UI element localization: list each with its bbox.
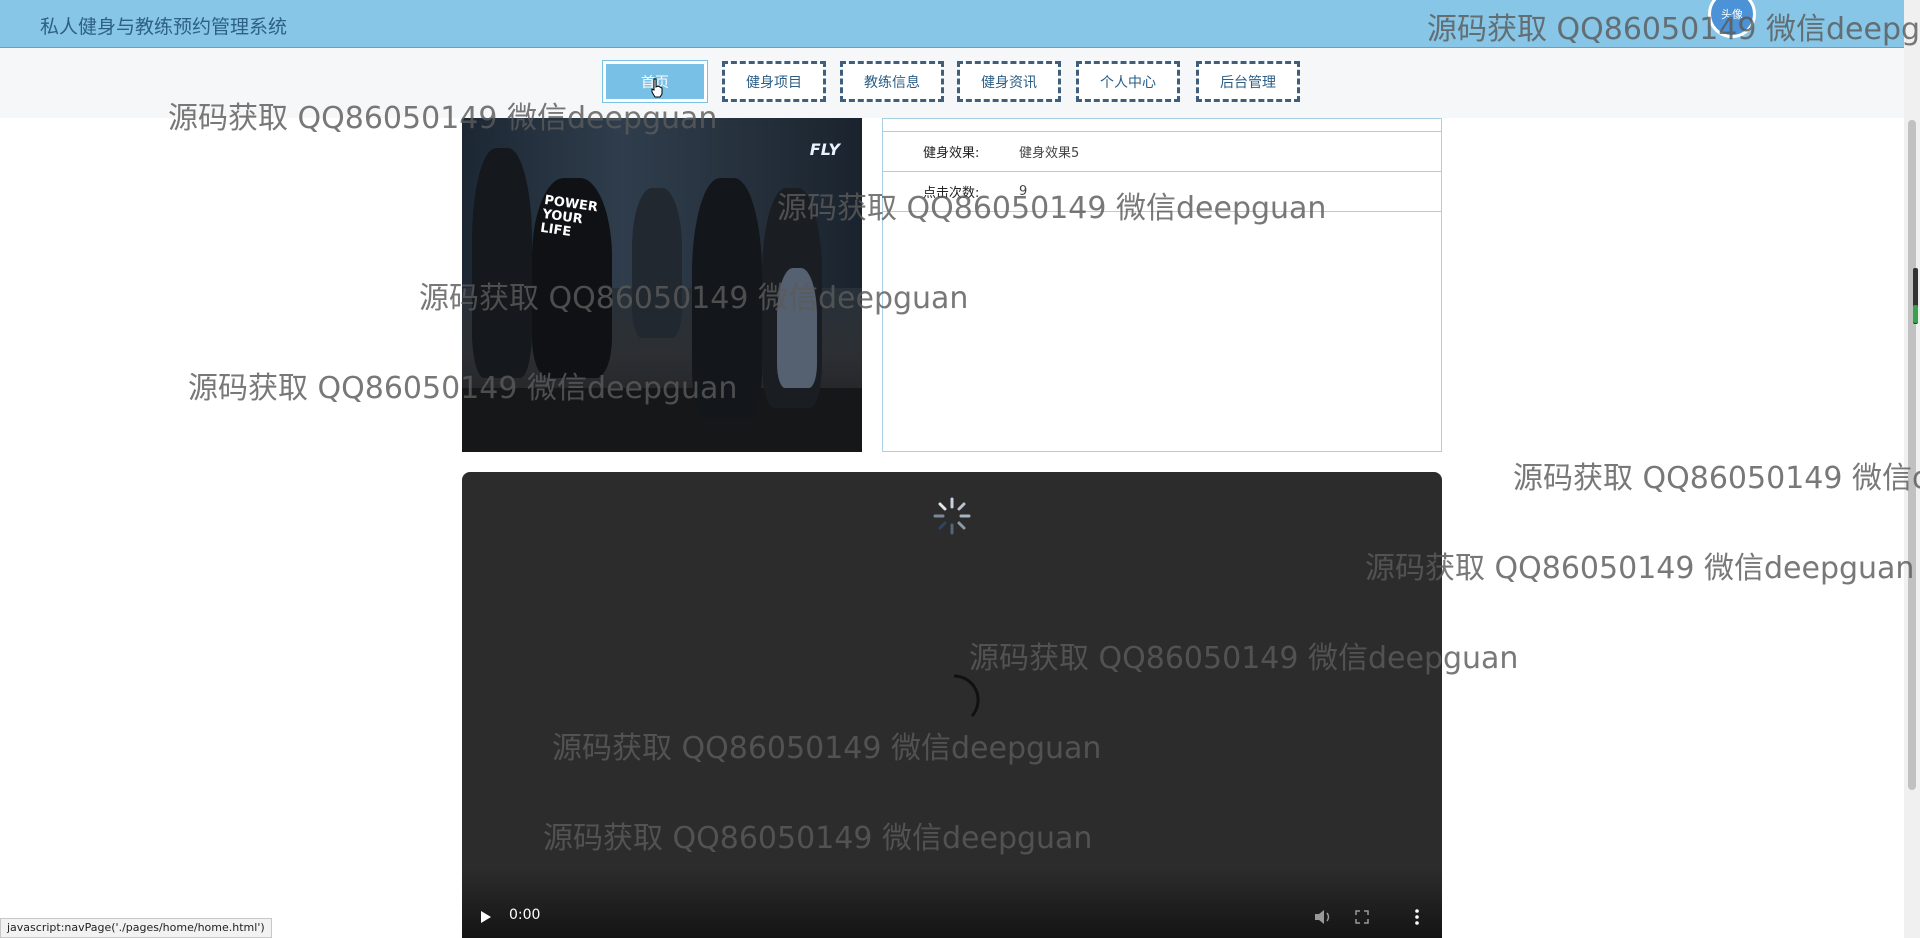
photo-shirt-text: POWER YOUR LIFE — [539, 193, 599, 240]
watermark-text: 源码获取 QQ86050149 微信d — [1513, 461, 1920, 496]
more-options-icon[interactable] — [1414, 909, 1420, 925]
page-scrollbar[interactable] — [1904, 0, 1920, 938]
field-value: 9 — [1019, 183, 1028, 199]
nav-admin[interactable]: 后台管理 — [1196, 61, 1300, 102]
fullscreen-icon[interactable] — [1355, 910, 1369, 924]
field-label: 点击次数: — [923, 185, 980, 201]
nav-fitness-news[interactable]: 健身资讯 — [957, 61, 1061, 102]
volume-icon[interactable] — [1314, 909, 1332, 925]
loading-spinner-icon — [933, 497, 971, 535]
nav-bar — [0, 48, 1904, 118]
video-player[interactable]: 0:00 — [462, 472, 1442, 938]
top-header: 私人健身与教练预约管理系统 头像 — [0, 0, 1920, 48]
info-row-partial — [883, 118, 1441, 132]
info-row-effect: 健身效果: 健身效果5 — [883, 131, 1441, 172]
scrollbar-marker-green — [1913, 305, 1918, 323]
info-row-clicks: 点击次数: 9 — [883, 171, 1441, 212]
fitness-photo: FLY POWER YOUR LIFE — [462, 118, 862, 452]
avatar[interactable]: 头像 — [1708, 0, 1756, 38]
nav-fitness-projects[interactable]: 健身项目 — [722, 61, 826, 102]
play-icon[interactable] — [480, 910, 492, 924]
scrollbar-thumb[interactable] — [1908, 120, 1916, 790]
watermark-text: 源码获取 QQ86050149 微信deepguan — [1365, 551, 1915, 586]
field-value: 健身效果5 — [1019, 145, 1080, 161]
link-status-bar: javascript:navPage('./pages/home/home.ht… — [0, 918, 272, 938]
photo-logo: FLY — [809, 140, 840, 159]
field-label: 健身效果: — [923, 145, 980, 161]
video-controls: 0:00 — [462, 868, 1442, 938]
nav-coach-info[interactable]: 教练信息 — [840, 61, 944, 102]
nav-personal-center[interactable]: 个人中心 — [1076, 61, 1180, 102]
video-time: 0:00 — [509, 907, 541, 923]
buffering-spinner-icon — [953, 674, 980, 717]
hand-cursor-icon — [651, 78, 663, 98]
detail-info-box: 健身效果: 健身效果5 点击次数: 9 — [882, 118, 1442, 452]
app-title: 私人健身与教练预约管理系统 — [40, 16, 288, 38]
